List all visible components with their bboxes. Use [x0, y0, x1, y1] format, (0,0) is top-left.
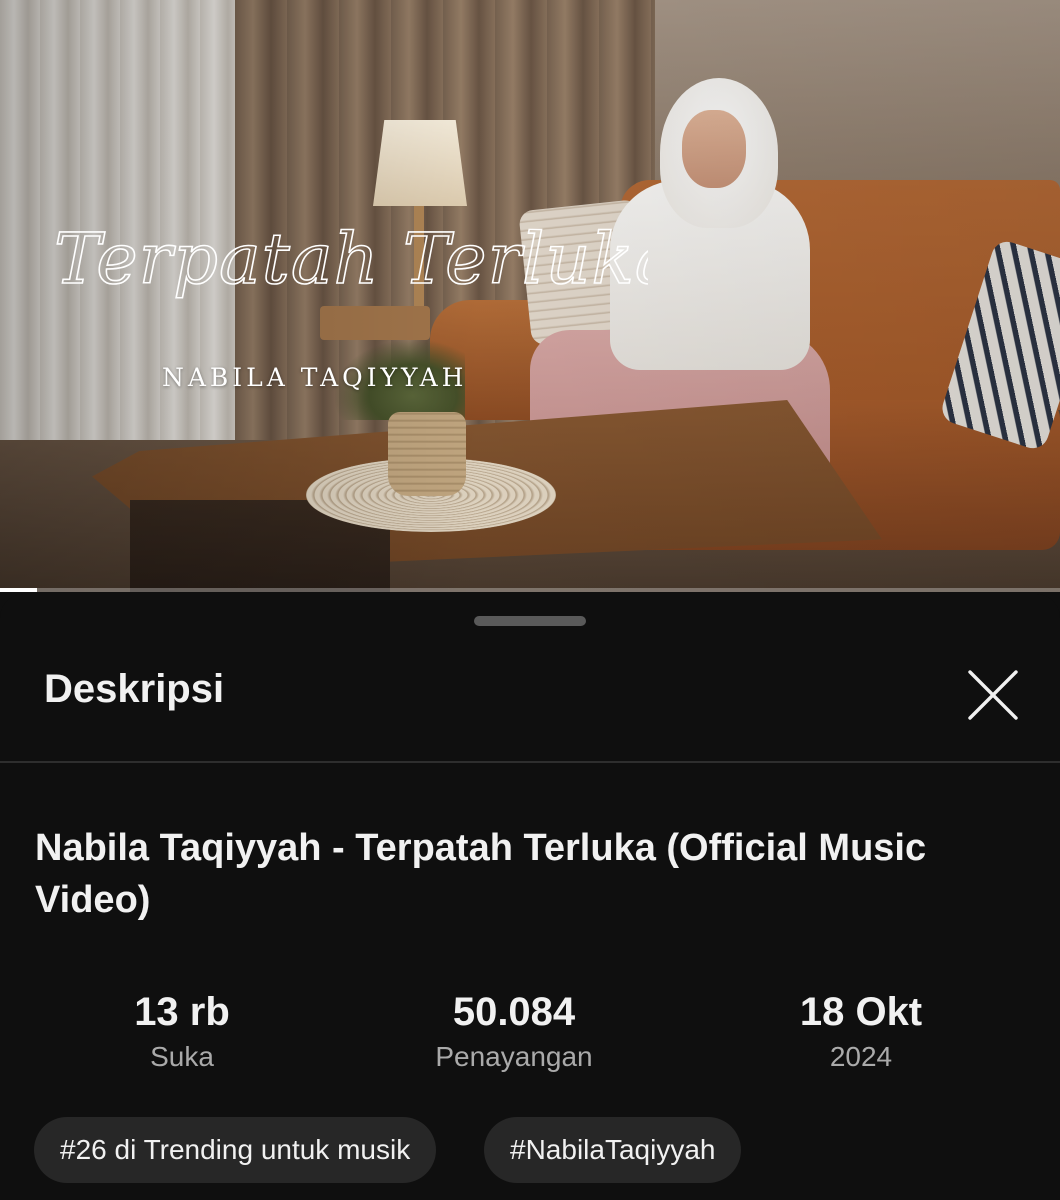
stat-likes-value: 13 rb: [134, 990, 230, 1034]
chip-hashtag[interactable]: #NabilaTaqiyyah: [484, 1117, 742, 1183]
chip-trending[interactable]: #26 di Trending untuk musik: [34, 1117, 437, 1183]
video-title: Nabila Taqiyyah - Terpatah Terluka (Offi…: [35, 827, 927, 921]
stat-date-label: 2024: [829, 1041, 893, 1072]
sheet-title: Deskripsi: [44, 667, 225, 711]
stat-views: 50.084 Penayangan: [394, 989, 634, 1073]
drag-handle[interactable]: [474, 616, 586, 626]
close-icon: [968, 670, 1018, 720]
progress-fill: [0, 588, 38, 592]
divider: [0, 761, 1060, 763]
stat-date: 18 Okt 2024: [741, 989, 981, 1073]
stat-views-label: Penayangan: [435, 1041, 593, 1072]
close-button[interactable]: [960, 662, 1026, 728]
stat-likes: 13 rb Suka: [62, 989, 302, 1073]
overlay-artist-name: NABILA TAQIYYAH: [162, 363, 468, 392]
stat-views-value: 50.084: [452, 990, 576, 1034]
stat-likes-label: Suka: [150, 1041, 214, 1072]
stat-date-value: 18 Okt: [799, 990, 923, 1034]
description-sheet: Deskripsi Nabila Taqiyyah - Terpatah Ter…: [0, 594, 1060, 1200]
overlay-title-text: Terpatah Terluka: [54, 218, 648, 300]
overlay-title-script: Terpatah Terluka: [53, 217, 648, 301]
progress-bar[interactable]: [0, 588, 1060, 592]
video-player[interactable]: Terpatah Terluka NABILA TAQIYYAH: [0, 0, 1060, 592]
